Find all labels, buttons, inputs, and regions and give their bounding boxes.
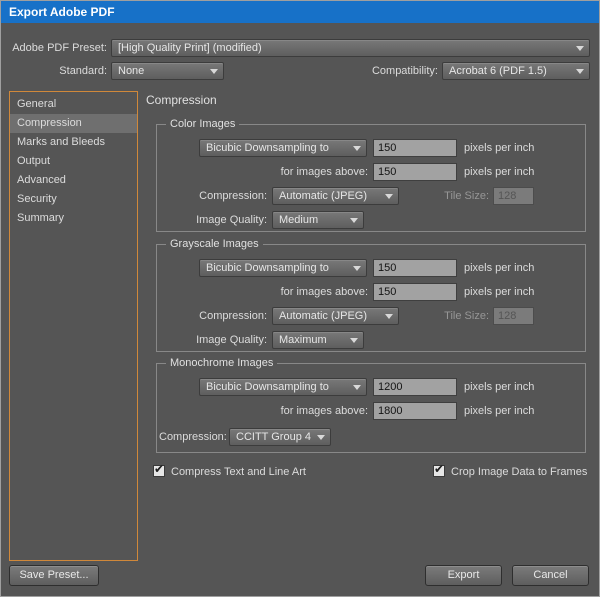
color-quality-label: Image Quality:: [167, 211, 267, 229]
sidebar-item-summary[interactable]: Summary: [10, 209, 137, 228]
group-title: Monochrome Images: [166, 356, 277, 370]
color-compression-value: Automatic (JPEG): [279, 190, 367, 202]
grayscale-images-group: Grayscale Images Bicubic Downsampling to…: [156, 244, 586, 352]
color-above-field[interactable]: [373, 163, 457, 181]
chevron-down-icon: [353, 385, 361, 390]
grayscale-ppi-field[interactable]: [373, 259, 457, 277]
monochrome-above-field[interactable]: [373, 402, 457, 420]
compatibility-dropdown[interactable]: Acrobat 6 (PDF 1.5): [442, 62, 590, 80]
grayscale-sampling-dropdown[interactable]: Bicubic Downsampling to: [199, 259, 367, 277]
crop-image-data-checkbox[interactable]: [433, 465, 445, 477]
color-above-label: for images above:: [237, 163, 368, 181]
chevron-down-icon: [353, 146, 361, 151]
chevron-down-icon: [210, 69, 218, 74]
color-tile-size-label: Tile Size:: [419, 187, 489, 205]
grayscale-above-field[interactable]: [373, 283, 457, 301]
standard-label: Standard:: [9, 62, 107, 80]
sidebar-item-compression[interactable]: Compression: [10, 114, 137, 133]
standard-value: None: [118, 65, 144, 77]
export-button[interactable]: Export: [425, 565, 502, 586]
chevron-down-icon: [576, 46, 584, 51]
chevron-down-icon: [350, 338, 358, 343]
color-sampling-value: Bicubic Downsampling to: [206, 142, 329, 154]
grayscale-above-unit: pixels per inch: [464, 283, 534, 301]
save-preset-button[interactable]: Save Preset...: [9, 565, 99, 586]
grayscale-tile-size-field: [493, 307, 534, 325]
preset-label: Adobe PDF Preset:: [9, 39, 107, 57]
color-ppi-field[interactable]: [373, 139, 457, 157]
color-ppi-unit: pixels per inch: [464, 139, 534, 157]
color-compression-label: Compression:: [167, 187, 267, 205]
monochrome-ppi-unit: pixels per inch: [464, 378, 534, 396]
monochrome-above-label: for images above:: [237, 402, 368, 420]
compatibility-value: Acrobat 6 (PDF 1.5): [449, 65, 547, 77]
grayscale-tile-size-label: Tile Size:: [419, 307, 489, 325]
color-quality-value: Medium: [279, 214, 318, 226]
chevron-down-icon: [353, 266, 361, 271]
chevron-down-icon: [576, 69, 584, 74]
sidebar-item-marks-and-bleeds[interactable]: Marks and Bleeds: [10, 133, 137, 152]
compress-text-label: Compress Text and Line Art: [171, 463, 306, 481]
color-quality-dropdown[interactable]: Medium: [272, 211, 364, 229]
chevron-down-icon: [350, 218, 358, 223]
color-images-group: Color Images Bicubic Downsampling to pix…: [156, 124, 586, 232]
monochrome-sampling-dropdown[interactable]: Bicubic Downsampling to: [199, 378, 367, 396]
grayscale-compression-dropdown[interactable]: Automatic (JPEG): [272, 307, 399, 325]
grayscale-ppi-unit: pixels per inch: [464, 259, 534, 277]
dialog-titlebar[interactable]: Export Adobe PDF: [1, 1, 599, 23]
sidebar-item-advanced[interactable]: Advanced: [10, 171, 137, 190]
chevron-down-icon: [385, 194, 393, 199]
monochrome-compression-dropdown[interactable]: CCITT Group 4: [229, 428, 331, 446]
export-adobe-pdf-dialog: Export Adobe PDF Adobe PDF Preset: [High…: [0, 0, 600, 597]
monochrome-above-unit: pixels per inch: [464, 402, 534, 420]
color-above-unit: pixels per inch: [464, 163, 534, 181]
monochrome-images-group: Monochrome Images Bicubic Downsampling t…: [156, 363, 586, 453]
sidebar-item-general[interactable]: General: [10, 95, 137, 114]
dialog-title: Export Adobe PDF: [1, 5, 115, 19]
grayscale-compression-label: Compression:: [167, 307, 267, 325]
standard-dropdown[interactable]: None: [111, 62, 224, 80]
color-tile-size-field: [493, 187, 534, 205]
color-compression-dropdown[interactable]: Automatic (JPEG): [272, 187, 399, 205]
sections-list: General Compression Marks and Bleeds Out…: [9, 91, 138, 561]
grayscale-quality-label: Image Quality:: [167, 331, 267, 349]
preset-value: [High Quality Print] (modified): [118, 42, 262, 54]
grayscale-compression-value: Automatic (JPEG): [279, 310, 367, 322]
panel-heading: Compression: [146, 93, 217, 107]
color-sampling-dropdown[interactable]: Bicubic Downsampling to: [199, 139, 367, 157]
group-title: Color Images: [166, 117, 239, 131]
monochrome-sampling-value: Bicubic Downsampling to: [206, 381, 329, 393]
chevron-down-icon: [317, 435, 325, 440]
grayscale-sampling-value: Bicubic Downsampling to: [206, 262, 329, 274]
cancel-button[interactable]: Cancel: [512, 565, 589, 586]
monochrome-ppi-field[interactable]: [373, 378, 457, 396]
chevron-down-icon: [385, 314, 393, 319]
preset-dropdown[interactable]: [High Quality Print] (modified): [111, 39, 590, 57]
monochrome-compression-value: CCITT Group 4: [236, 431, 311, 443]
compress-text-checkbox[interactable]: [153, 465, 165, 477]
grayscale-above-label: for images above:: [237, 283, 368, 301]
grayscale-quality-value: Maximum: [279, 334, 327, 346]
grayscale-quality-dropdown[interactable]: Maximum: [272, 331, 364, 349]
monochrome-compression-label: Compression:: [159, 428, 225, 446]
sidebar-item-output[interactable]: Output: [10, 152, 137, 171]
crop-image-data-label: Crop Image Data to Frames: [451, 463, 587, 481]
group-title: Grayscale Images: [166, 237, 263, 251]
compatibility-label: Compatibility:: [351, 62, 438, 80]
sidebar-item-security[interactable]: Security: [10, 190, 137, 209]
